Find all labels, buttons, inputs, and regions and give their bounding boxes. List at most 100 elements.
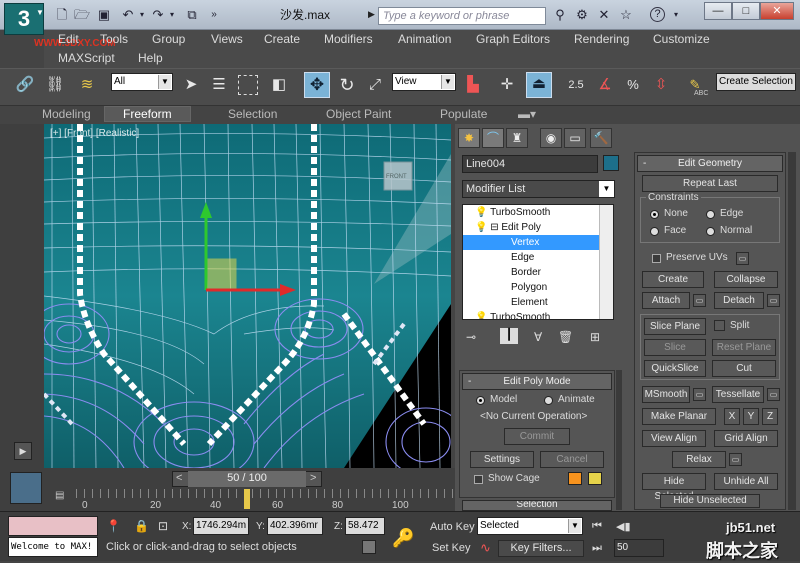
mini-listener-thumbnail[interactable] — [10, 472, 42, 504]
ribbon-options-icon[interactable]: ▬▾ — [518, 107, 536, 121]
maximize-button[interactable]: □ — [732, 2, 760, 20]
maxscript-listener-white[interactable]: Welcome to MAX! — [8, 537, 98, 557]
menu-create[interactable]: Create — [264, 32, 300, 46]
tab-modeling[interactable]: Modeling — [42, 107, 91, 121]
unhide-all-button[interactable]: Unhide All — [714, 473, 778, 490]
modify-panel-tab-icon[interactable]: ⌒ — [482, 128, 504, 148]
detach-button[interactable]: Detach — [714, 292, 764, 309]
stack-item-polygon[interactable]: Polygon — [463, 280, 613, 295]
project-folder-icon[interactable]: ⧉ — [184, 7, 200, 22]
key-mode-dropdown[interactable]: Selected ▼ — [477, 517, 583, 535]
spinner-snap-icon[interactable]: ⇳ — [650, 74, 672, 96]
x-coordinate-field[interactable]: 1746.294m — [193, 517, 249, 535]
hierarchy-panel-tab-icon[interactable]: ♜ — [506, 128, 528, 148]
current-frame-field[interactable]: 50 — [614, 539, 664, 557]
pin-icon[interactable]: 📍 — [106, 519, 121, 533]
tessellate-button[interactable]: Tessellate — [712, 386, 764, 403]
stack-item-vertex[interactable]: Vertex — [463, 235, 613, 250]
scene-explorer-toggle-icon[interactable]: ▶ — [14, 442, 32, 460]
tab-object-paint[interactable]: Object Paint — [326, 107, 391, 121]
time-cursor[interactable] — [244, 489, 250, 509]
select-by-name-icon[interactable]: ☰ — [208, 74, 230, 96]
edit-geometry-header[interactable]: - Edit Geometry — [637, 155, 783, 172]
communication-icon[interactable]: ✕ — [596, 7, 612, 22]
bind-space-warp-icon[interactable]: ≋ — [76, 74, 98, 96]
y-coordinate-field[interactable]: 402.396mr — [267, 517, 323, 535]
display-panel-tab-icon[interactable]: ▭ — [564, 128, 586, 148]
menu-rendering[interactable]: Rendering — [574, 32, 629, 46]
menu-customize[interactable]: Customize — [653, 32, 710, 46]
detach-settings-icon[interactable]: ▭ — [767, 294, 780, 307]
modifier-stack-list[interactable]: 💡 TurboSmooth 💡 ⊟ Edit Poly Vertex Edge … — [462, 204, 614, 320]
viewport-label[interactable]: [+] [Front] [Realistic] — [50, 128, 139, 139]
hide-selected-button[interactable]: Hide Selected — [642, 473, 706, 502]
create-selection-set-dropdown[interactable]: Create Selection — [716, 73, 796, 91]
menu-help[interactable]: Help — [138, 51, 163, 65]
view-align-button[interactable]: View Align — [642, 430, 706, 447]
animate-radio[interactable] — [544, 396, 553, 405]
edit-poly-mode-header[interactable]: - Edit Poly Mode — [462, 373, 612, 390]
viewcube-label[interactable]: FRONT — [386, 174, 407, 180]
cancel-button[interactable]: Cancel — [540, 451, 604, 468]
frame-counter[interactable]: 50 / 100 — [188, 471, 306, 487]
constraint-none-radio[interactable] — [650, 210, 659, 219]
menu-views[interactable]: Views — [211, 32, 243, 46]
cage-color-swatch-1[interactable] — [568, 472, 582, 485]
settings-button[interactable]: Settings — [470, 451, 534, 468]
stack-item-border[interactable]: Border — [463, 265, 613, 280]
tessellate-settings-icon[interactable]: ▭ — [767, 388, 780, 401]
slice-button[interactable]: Slice — [644, 339, 706, 356]
more-tools-icon[interactable]: » — [206, 7, 222, 22]
previous-frame-icon[interactable]: ◀▮ — [616, 520, 631, 533]
constraint-face-radio[interactable] — [650, 227, 659, 236]
model-radio[interactable] — [476, 396, 485, 405]
configure-modifier-sets-icon[interactable]: ⊞ — [590, 330, 600, 344]
search-expand-icon[interactable]: ▶ — [368, 9, 375, 20]
relax-button[interactable]: Relax — [672, 451, 726, 468]
close-button[interactable]: ✕ — [760, 2, 794, 20]
favorites-icon[interactable]: ☆ — [618, 7, 634, 22]
keyboard-shortcut-override-icon[interactable]: ⏏ — [526, 72, 552, 98]
menu-group[interactable]: Group — [152, 32, 185, 46]
snaps-toggle-icon[interactable]: 2.5 — [562, 74, 590, 96]
menu-animation[interactable]: Animation — [398, 32, 451, 46]
commit-button[interactable]: Commit — [504, 428, 570, 445]
cage-color-swatch-2[interactable] — [588, 472, 602, 485]
save-icon[interactable]: ▣ — [96, 7, 112, 22]
minimize-button[interactable]: — — [704, 2, 732, 20]
window-crossing-icon[interactable]: ◧ — [268, 74, 290, 96]
search-input[interactable]: Type a keyword or phrase — [378, 7, 546, 25]
modifier-list-dropdown[interactable]: Modifier List ▼ — [462, 180, 615, 198]
key-icon[interactable]: 🔑 — [392, 528, 414, 549]
open-file-icon[interactable]: 🗁 — [74, 7, 90, 22]
show-end-result-icon[interactable]: ┃ — [500, 328, 518, 344]
planar-y-button[interactable]: Y — [743, 408, 759, 425]
tab-freeform[interactable]: Freeform — [104, 106, 191, 122]
selection-lock-icon[interactable]: 🔒 — [134, 519, 149, 533]
make-planar-button[interactable]: Make Planar — [642, 408, 716, 425]
menu-tools[interactable]: Tools — [100, 32, 128, 46]
angle-snap-icon[interactable]: ∡ — [594, 74, 616, 96]
help-icon[interactable]: ? — [650, 7, 665, 22]
object-name-field[interactable]: Line004 — [462, 155, 598, 173]
redo-dropdown-icon[interactable]: ▾ — [164, 7, 180, 22]
constraint-normal-radio[interactable] — [706, 227, 715, 236]
set-key-button[interactable]: Set Key — [432, 542, 471, 554]
time-slider-prev-button[interactable]: < — [176, 472, 182, 484]
tab-selection[interactable]: Selection — [228, 107, 277, 121]
key-filters-button[interactable]: Key Filters... — [498, 540, 584, 557]
select-object-icon[interactable]: ➤ — [180, 74, 202, 96]
z-coordinate-field[interactable]: 58.472 — [345, 517, 385, 535]
select-and-rotate-icon[interactable]: ↻ — [336, 74, 358, 96]
select-and-scale-icon[interactable]: ⤢ — [364, 74, 386, 96]
auto-key-button[interactable]: Auto Key — [430, 521, 475, 533]
reference-coordinate-dropdown[interactable]: View ▼ — [392, 73, 456, 91]
create-button[interactable]: Create — [642, 271, 704, 288]
preserve-uvs-checkbox[interactable] — [652, 254, 661, 263]
lightbulb-icon[interactable]: 💡 — [475, 312, 487, 319]
object-color-swatch[interactable] — [603, 155, 619, 171]
cut-button[interactable]: Cut — [712, 360, 776, 377]
reset-plane-button[interactable]: Reset Plane — [712, 339, 776, 356]
hide-unselected-button[interactable]: Hide Unselected — [660, 494, 760, 508]
binoculars-icon[interactable]: ⚲ — [552, 7, 568, 22]
